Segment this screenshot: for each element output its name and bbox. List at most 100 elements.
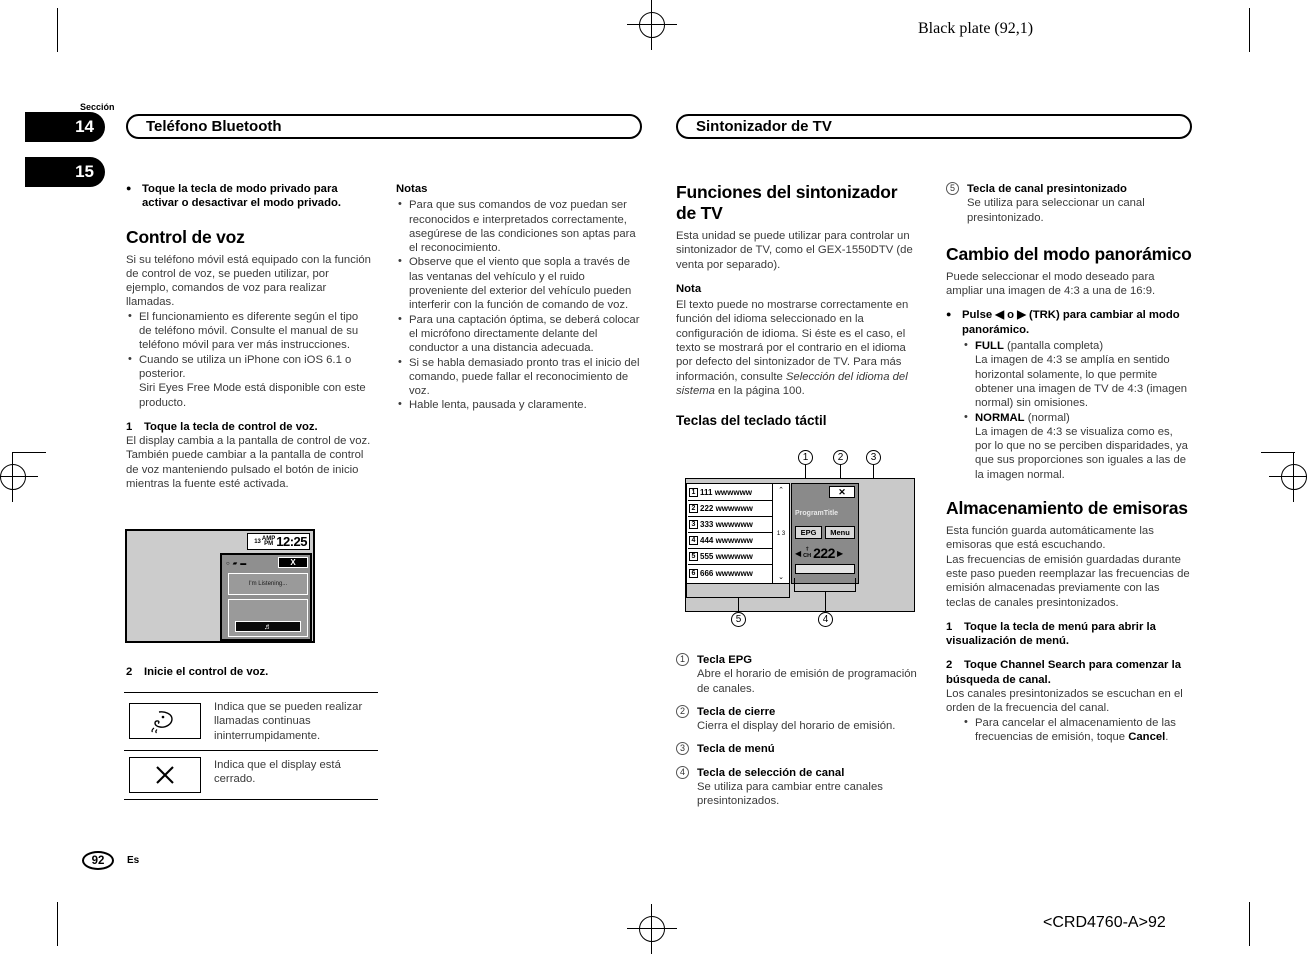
channel-preset-list: 1 111 wwwwww 2 222 wwwwww 3 333 wwwwww 4 444… [686,483,790,584]
note-part-2: en la página 100. [714,384,805,397]
tv-tuner-figure: 1 2 3 1 111 wwwwww 2 222 wwwwww 3 333 wwwww… [678,450,922,642]
callout-3: 3 Tecla de menú [676,742,932,756]
callout-title: Tecla de cierre [697,705,776,718]
section-label: Sección [80,102,115,112]
tv-close-button[interactable]: ✕ [829,486,855,498]
callout-bracket-5 [686,584,790,598]
list-item: Para cancelar el almacenamiento de las f… [962,715,1192,745]
channel-index: 3 [689,520,698,529]
arrow-left-icon[interactable]: ◀ [795,549,801,558]
running-header-right: Sintonizador de TV [676,114,1192,139]
document-code: <CRD4760-A>92 [1043,914,1166,931]
intro-paragraph: Si su teléfono móvil está equipado con l… [126,253,371,309]
callout-desc: Se utiliza para cambiar entre canales pr… [697,781,883,808]
table-cell-description: Indica que el display está cerrado. [214,758,341,786]
subheading-teclas-teclado: Teclas del teclado táctil [676,413,827,429]
callout-marker-5: 5 [731,612,746,627]
store-step-2: 2 Toque Channel Search para comenzar la b… [946,658,1192,687]
list-item[interactable]: 5 555 wwwwww [688,549,772,565]
channel-index: 2 [689,504,698,513]
crop-mark-tl-v [57,8,58,52]
callout-bracket-4 [794,578,856,592]
callout-number: 1 [676,653,689,666]
scroll-up-icon[interactable]: ⌃ [778,486,784,494]
callout-marker-3: 3 [866,450,881,465]
callout-1: 1 Tecla EPG Abre el horario de emisión d… [676,653,932,696]
list-item-subtext: Siri Eyes Free Mode está disponible con … [139,382,366,409]
ch-number: 222 [813,545,835,561]
crop-mark-right-h [1261,452,1295,453]
clock-time: 12:25 [276,534,307,549]
callout-number: 5 [946,182,959,195]
callout-desc: Cierra el display del horario de emisión… [697,720,896,733]
callout-number: 2 [676,704,689,718]
table-row: Indica que se pueden realizar llamadas c… [124,693,378,750]
figure-voice-panel: ○ ▰ ▬ X I'm Listening... ♬ [220,553,312,641]
black-plate-marker: Black plate (92,1) [918,20,1034,37]
crop-mark-tr-v [1249,8,1250,52]
callout-number: 3 [676,742,689,756]
channel-label: 222 wwwwww [700,504,753,513]
note-title: Nota [676,282,702,295]
figure-panel-body: ♬ [228,599,308,637]
callout-title: Tecla de canal presintonizado [967,183,1127,195]
store-intro-1: Esta función guarda automáticamente las … [946,525,1154,552]
figure-close-button[interactable]: X [278,557,308,568]
clock-ampm-bottom: PM [264,541,274,547]
channel-selector[interactable]: ◀ ⍒ CH 222 ▶ [795,544,855,562]
mic-icon[interactable]: ♬ [235,621,301,632]
manual-page: Black plate (92,1) <CRD4760-A>92 Sección… [0,0,1307,954]
callout-title: Tecla EPG [697,654,753,666]
channel-label: 444 wwwwww [700,536,753,545]
ch-label: CH [803,553,812,559]
epg-button[interactable]: EPG [795,526,822,539]
list-item[interactable]: 3 333 wwwwww [688,517,772,533]
battery-icon: ▬ [240,560,247,567]
callout-marker-4: 4 [818,612,833,627]
section-tab-14: 14 [25,112,105,142]
list-item[interactable]: 2 222 wwwwww [688,501,772,517]
store-step-1-text: Toque la tecla de menú para abrir la vis… [946,620,1156,648]
close-x-icon [129,756,201,793]
list-item: Para una captación óptima, se deberá col… [396,312,642,356]
list-scrollbar[interactable]: ⌃ 1 3 ⌄ [772,484,789,583]
step-1-text: Toque la tecla de control de voz. [144,420,318,433]
mode-name: FULL [975,340,1004,353]
scroll-down-icon[interactable]: ⌄ [778,573,784,581]
list-item[interactable]: 1 111 wwwwww [688,485,772,501]
callout-title: Tecla de menú [697,743,775,756]
mode-name: NORMAL [975,411,1025,424]
table-cell-description: Indica que se pueden realizar llamadas c… [214,701,363,742]
callout-5: 5 Tecla de canal presintonizado Se utili… [946,182,1192,225]
list-item[interactable]: 6 666 wwwwww [688,565,772,581]
heading-control-de-voz: Control de voz [126,226,245,247]
notes-title: Notas [396,183,428,195]
channel-index: 1 [689,488,698,497]
menu-button[interactable]: Menu [825,526,855,539]
list-item[interactable]: 4 444 wwwwww [688,533,772,549]
channel-label: 555 wwwwww [700,552,753,561]
callout-line-4 [825,592,826,612]
circle-icon: ○ [226,560,230,567]
page-indicator: 1 3 [777,531,785,537]
crop-mark-br-v [1249,902,1250,946]
registration-mark-top [627,0,677,50]
heading-almacenamiento-emisoras: Almacenamiento de emisoras [946,498,1188,519]
column-3: Funciones del sintonizador de TV Esta un… [676,182,922,433]
store-step-1-number: 1 [946,620,953,633]
step-1-title: 1 Toque la tecla de control de voz. [126,420,372,434]
speech-mouth-icon [129,703,201,740]
callout-marker-1: 1 [798,450,813,465]
registration-mark-left [0,452,38,502]
callout-desc: Se utiliza para seleccionar un canal pre… [967,197,1145,224]
callout-4: 4 Tecla de selección de canal Se utiliza… [676,765,932,809]
arrow-right-icon[interactable]: ▶ [837,549,843,558]
step-2-block: 2 Inicie el control de voz. [126,665,372,679]
list-item: Si se habla demasiado pronto tras el ini… [396,355,642,399]
column-2: Notas Para que sus comandos de voz pueda… [396,182,642,413]
table-row: Indica que el display está cerrado. [124,749,378,799]
channel-label: 111 wwwwww [700,488,753,497]
voice-bullet-list: El funcionamiento es diferente según el … [126,309,372,410]
tv-intro: Esta unidad se puede utilizar para contr… [676,230,913,271]
store-intro-2: Las frecuencias de emisión guardadas dur… [946,553,1190,609]
